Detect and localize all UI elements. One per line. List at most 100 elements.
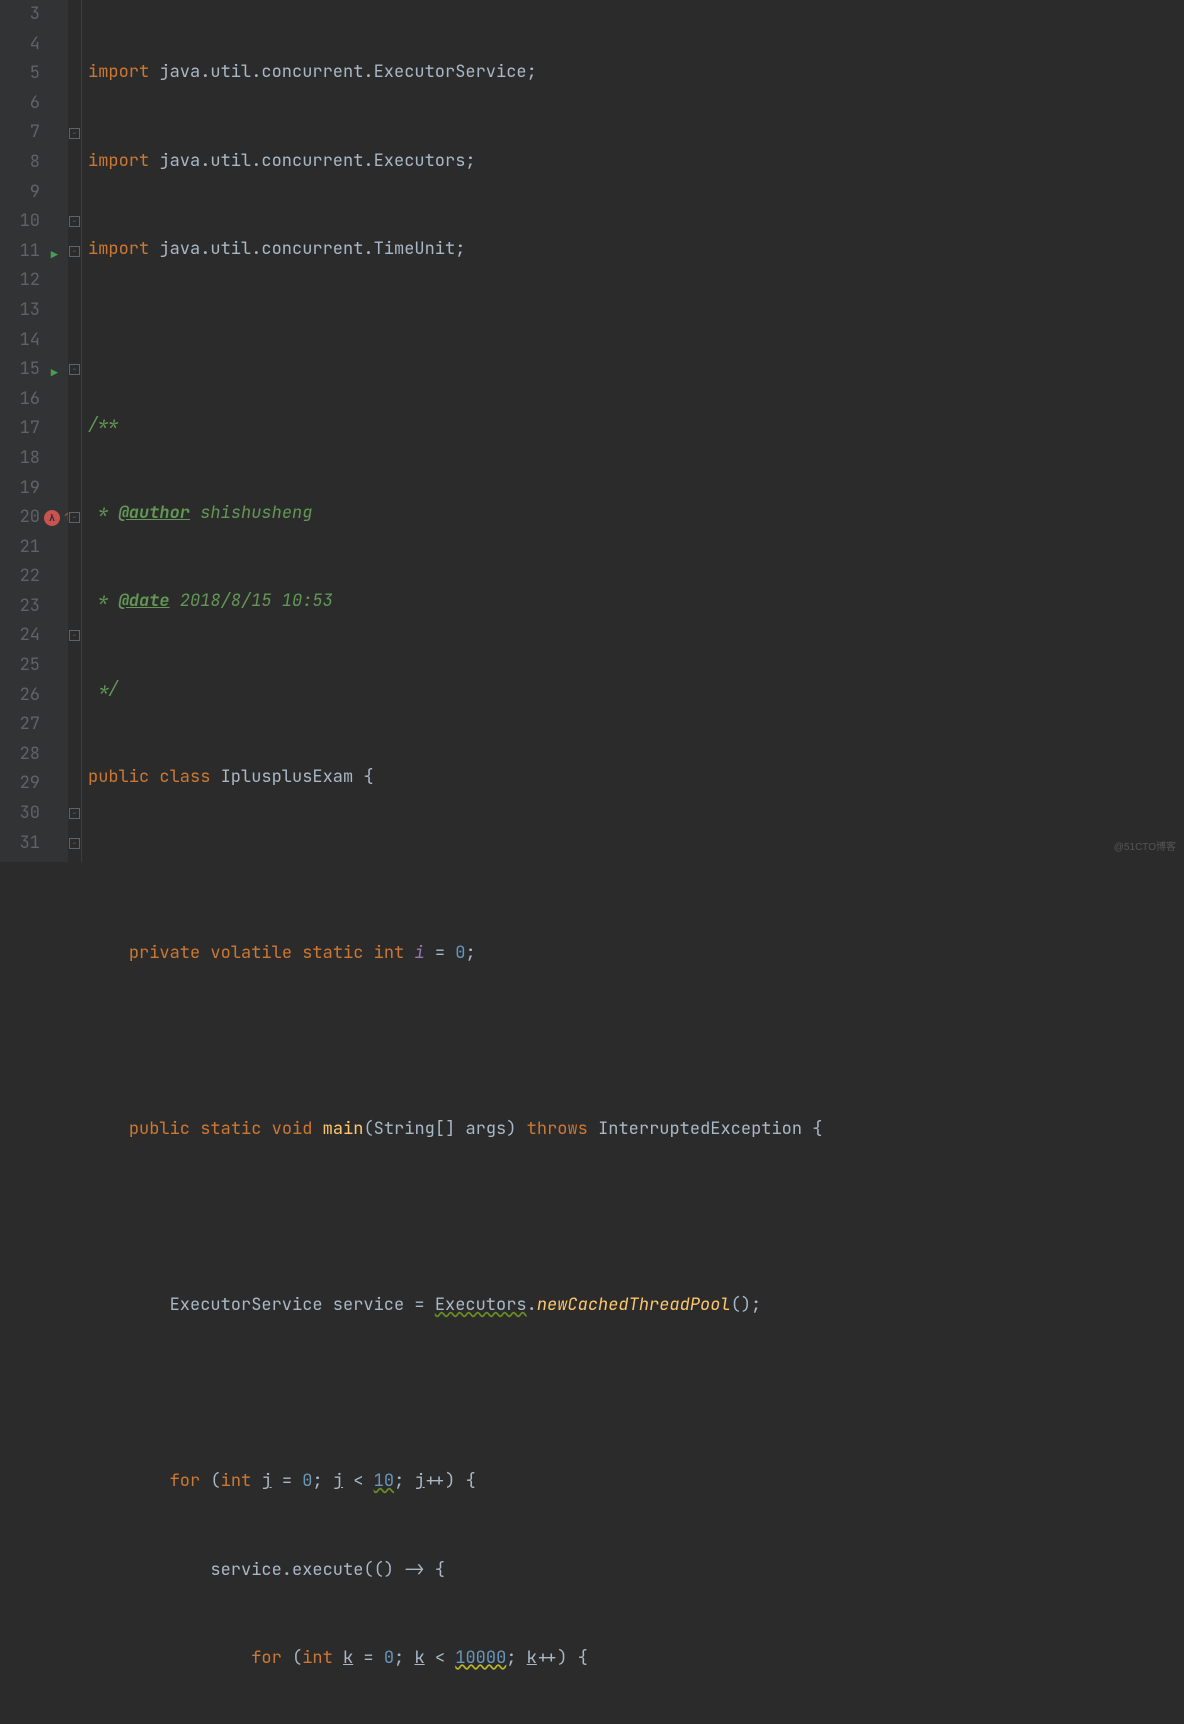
javadoc-value: 2018/8/15 10:53: [170, 590, 333, 612]
keyword: import: [88, 150, 149, 172]
keyword: class: [159, 766, 210, 788]
line-number: 20λ↑: [0, 503, 62, 533]
var: k: [343, 1647, 353, 1669]
fold-icon[interactable]: −: [69, 216, 80, 227]
number: 10000: [455, 1647, 506, 1669]
keyword: int: [374, 942, 405, 964]
line-number: 13: [0, 296, 62, 326]
keyword: import: [88, 61, 149, 83]
keyword: private: [129, 942, 200, 964]
semicolon: ;: [465, 942, 475, 964]
line-number: 12: [0, 266, 62, 296]
method-name: main: [323, 1118, 364, 1140]
number: 0: [384, 1647, 394, 1669]
paren: (: [363, 1118, 373, 1140]
line-number: 10: [0, 207, 62, 237]
var: k: [527, 1647, 537, 1669]
line-number: 15▶: [0, 355, 62, 385]
dot: .: [527, 1294, 537, 1316]
import-path: java.util.concurrent.ExecutorService;: [149, 61, 537, 83]
line-number: 8: [0, 148, 62, 178]
line-number: 14: [0, 326, 62, 356]
code-area[interactable]: import java.util.concurrent.ExecutorServ…: [82, 0, 822, 862]
fold-icon[interactable]: −: [69, 128, 80, 139]
run-icon[interactable]: ▶: [51, 245, 58, 266]
var: j: [414, 1470, 424, 1492]
statement: ExecutorService service =: [170, 1294, 435, 1316]
paren: (: [200, 1470, 220, 1492]
keyword: public: [129, 1118, 190, 1140]
line-number: 4: [0, 30, 62, 60]
line-number: 21: [0, 533, 62, 563]
keyword: static: [302, 942, 363, 964]
var: j: [333, 1470, 343, 1492]
line-number: 24: [0, 621, 62, 651]
keyword: volatile: [210, 942, 292, 964]
method-call: newCachedThreadPool: [537, 1294, 731, 1316]
var: k: [414, 1647, 424, 1669]
fold-icon[interactable]: −: [69, 246, 80, 257]
number: 0: [302, 1470, 312, 1492]
line-number: 23: [0, 592, 62, 622]
line-number: 26: [0, 681, 62, 711]
line-number: 29: [0, 769, 62, 799]
statement: service.execute(() -> {: [210, 1559, 445, 1581]
line-number: 27: [0, 710, 62, 740]
line-number: 3: [0, 0, 62, 30]
line-number: 18: [0, 444, 62, 474]
line-number: 30: [0, 799, 62, 829]
keyword: public: [88, 766, 149, 788]
line-number: 28: [0, 740, 62, 770]
class-ref: Executors: [435, 1294, 527, 1316]
run-icon[interactable]: ▶: [51, 363, 58, 384]
line-number: 31: [0, 829, 62, 859]
code-editor[interactable]: 3 4 5 6 7 8 9 10 11▶ 12 13 14 15▶ 16 17 …: [0, 0, 1184, 862]
keyword: void: [272, 1118, 313, 1140]
fold-icon[interactable]: −: [69, 808, 80, 819]
fold-icon[interactable]: −: [69, 512, 80, 523]
javadoc-tag: @date: [119, 590, 170, 612]
line-number: 7: [0, 118, 62, 148]
javadoc: *: [88, 502, 119, 524]
keyword: throws: [527, 1118, 588, 1140]
javadoc: */: [88, 678, 119, 700]
paren: ): [506, 1118, 526, 1140]
line-number: 5: [0, 59, 62, 89]
keyword: int: [302, 1647, 333, 1669]
number: 0: [455, 942, 465, 964]
call: ();: [731, 1294, 762, 1316]
keyword: for: [251, 1647, 282, 1669]
fold-icon[interactable]: −: [69, 838, 80, 849]
watermark: @51CTO博客: [1114, 839, 1176, 856]
params: String[] args: [374, 1118, 507, 1140]
fold-icon[interactable]: −: [69, 630, 80, 641]
fold-strip: − − − − − − − −: [68, 0, 82, 862]
line-gutter: 3 4 5 6 7 8 9 10 11▶ 12 13 14 15▶ 16 17 …: [0, 0, 68, 862]
javadoc: *: [88, 590, 119, 612]
import-path: java.util.concurrent.TimeUnit;: [149, 238, 465, 260]
op: =: [425, 942, 456, 964]
import-path: java.util.concurrent.Executors;: [149, 150, 475, 172]
line-number: 11▶: [0, 237, 62, 267]
line-number: 19: [0, 474, 62, 504]
line-number: 9: [0, 178, 62, 208]
javadoc-tag: @author: [119, 502, 190, 524]
class-name: IplusplusExam {: [210, 766, 373, 788]
lambda-icon[interactable]: λ: [44, 510, 60, 526]
javadoc-value: shishusheng: [190, 502, 312, 524]
javadoc: /**: [88, 414, 119, 436]
line-number: 25: [0, 651, 62, 681]
var: j: [261, 1470, 271, 1492]
fold-icon[interactable]: −: [69, 364, 80, 375]
keyword: for: [170, 1470, 201, 1492]
keyword: int: [221, 1470, 252, 1492]
keyword: static: [200, 1118, 261, 1140]
line-number: 6: [0, 89, 62, 119]
line-number: 22: [0, 562, 62, 592]
line-number: 17: [0, 414, 62, 444]
line-number: 16: [0, 385, 62, 415]
exception: InterruptedException {: [588, 1118, 823, 1140]
field: i: [414, 942, 424, 964]
keyword: import: [88, 238, 149, 260]
number: 10: [374, 1470, 394, 1492]
